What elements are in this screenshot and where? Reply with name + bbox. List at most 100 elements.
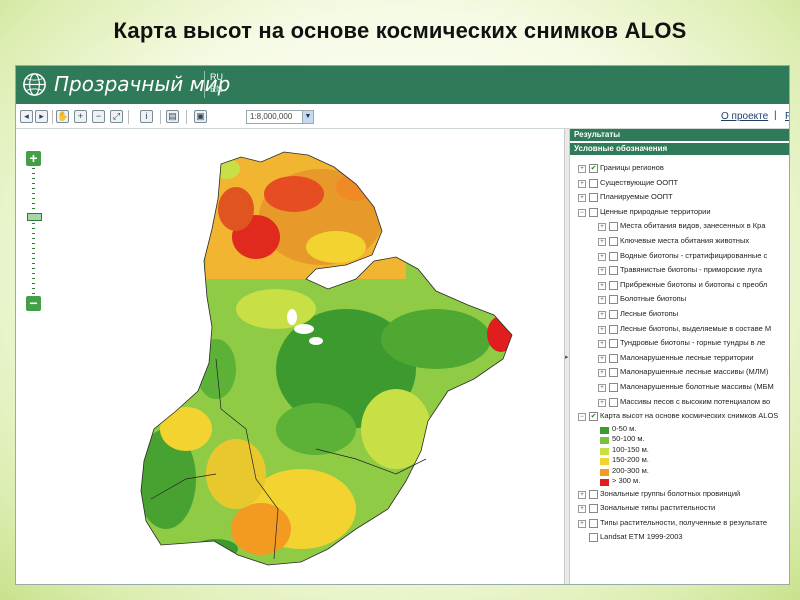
layer-checkbox[interactable]	[609, 280, 618, 290]
layer-checkbox[interactable]	[589, 207, 598, 217]
layer-label: Лесные биотопы, выделяемые в составе М	[620, 323, 772, 333]
save-icon[interactable]: ▣	[194, 110, 207, 123]
print-icon[interactable]: ▤	[166, 110, 179, 123]
layer-item[interactable]: + Зональные типы растительности	[570, 501, 789, 516]
layer-checkbox[interactable]	[589, 518, 598, 528]
collapse-arrow-icon[interactable]: ▸	[565, 353, 569, 361]
expand-toggle-icon[interactable]: +	[578, 519, 586, 528]
layer-item[interactable]: + Массивы песов с высоким потенциалом во	[570, 395, 789, 410]
zoom-in-button[interactable]: +	[26, 151, 41, 166]
layer-item[interactable]: + Прибрежные биотопы и биотопы с преобл	[570, 278, 789, 293]
layer-item[interactable]: + Типы растительности, полученные в резул…	[570, 516, 789, 531]
results-header[interactable]: Результаты	[570, 129, 789, 143]
expand-toggle-icon[interactable]: +	[598, 267, 606, 276]
expand-toggle-icon[interactable]: +	[598, 237, 606, 246]
zoom-out-button[interactable]: −	[26, 296, 41, 311]
layer-label: Ценные природные территории	[600, 206, 711, 216]
layer-item[interactable]: + ✔ Границы регионов	[570, 161, 789, 176]
color-swatch	[600, 468, 609, 476]
layer-item[interactable]: + Существующие ООПТ	[570, 176, 789, 191]
layer-checkbox[interactable]	[609, 339, 618, 349]
expand-toggle-icon[interactable]: +	[598, 398, 606, 407]
layer-checkbox[interactable]	[589, 489, 598, 499]
expand-toggle-icon[interactable]: +	[578, 179, 586, 188]
pan-icon[interactable]: ✋	[56, 110, 69, 123]
expand-toggle-icon[interactable]: +	[578, 194, 586, 203]
lang-en-link[interactable]: EN	[210, 84, 223, 94]
expand-toggle-icon[interactable]: +	[598, 354, 606, 363]
layer-checkbox[interactable]	[589, 178, 598, 188]
layer-checkbox[interactable]	[609, 295, 618, 305]
layer-item[interactable]: + Болотные биотопы	[570, 292, 789, 307]
layer-item[interactable]: + Водные биотопы - стратифицированные с	[570, 249, 789, 264]
layer-checkbox[interactable]	[589, 504, 598, 514]
layer-checkbox[interactable]	[609, 309, 618, 319]
layer-checkbox[interactable]	[609, 266, 618, 276]
layer-label: Зональные типы растительности	[600, 503, 716, 513]
layer-checkbox[interactable]	[609, 251, 618, 261]
layer-item[interactable]: + Тундровые биотопы - горные тундры в ле	[570, 336, 789, 351]
layer-item[interactable]: + Лесные биотопы	[570, 307, 789, 322]
layer-checkbox[interactable]	[609, 222, 618, 232]
layer-item[interactable]: + Травянистые биотопы - приморские луга	[570, 263, 789, 278]
expand-toggle-icon[interactable]: +	[598, 383, 606, 392]
expand-toggle-icon[interactable]: +	[598, 369, 606, 378]
layer-item[interactable]: Landsat ETM 1999-2003	[570, 530, 789, 545]
layer-item[interactable]: + Зональные группы болотных провинций	[570, 487, 789, 502]
layer-item[interactable]: + Малонарушенные болотные массивы (МБМ	[570, 380, 789, 395]
expand-toggle-icon[interactable]: +	[598, 325, 606, 334]
zoom-extent-icon[interactable]: ⤢	[110, 110, 123, 123]
expand-toggle-icon[interactable]: +	[578, 165, 586, 173]
elevation-class-label: 50-100 м.	[612, 434, 645, 444]
layer-checkbox[interactable]	[609, 236, 618, 246]
zoom-slider-track[interactable]	[32, 168, 35, 294]
expand-toggle-icon[interactable]: +	[578, 490, 586, 499]
lang-ru-link[interactable]: RU	[210, 72, 223, 82]
layer-item[interactable]: + Места обитания видов, занесенных в Кра	[570, 219, 789, 234]
layer-label: Лесные биотопы	[620, 308, 679, 318]
info-icon[interactable]: i	[140, 110, 153, 123]
divider	[160, 110, 161, 124]
layer-item[interactable]: + Лесные биотопы, выделяемые в составе М	[570, 322, 789, 337]
layer-checkbox[interactable]: ✔	[589, 164, 598, 173]
layer-checkbox[interactable]: ✔	[589, 412, 598, 422]
layer-checkbox[interactable]	[609, 353, 618, 363]
layer-label: Малонарушенные лесные территории	[620, 352, 754, 362]
layer-checkbox[interactable]	[609, 324, 618, 334]
layer-item[interactable]: + Малонарушенные лесные территории	[570, 351, 789, 366]
about-project-link[interactable]: О проекте	[721, 111, 768, 122]
layer-checkbox[interactable]	[609, 397, 618, 407]
expand-toggle-icon[interactable]: +	[598, 223, 606, 232]
expand-toggle-icon[interactable]: +	[598, 252, 606, 261]
chevron-down-icon[interactable]: ▼	[302, 111, 313, 123]
legend-header[interactable]: Условные обозначения	[570, 143, 789, 157]
layer-item[interactable]: − Ценные природные территории	[570, 205, 789, 220]
zoom-slider-handle[interactable]	[27, 213, 42, 221]
layer-item[interactable]: − ✔ Карта высот на основе космических сним…	[570, 409, 789, 424]
color-swatch	[600, 479, 609, 487]
layer-item[interactable]: + Ключевые места обитания животных	[570, 234, 789, 249]
truncated-link[interactable]: Р	[785, 111, 789, 122]
collapse-toggle-icon[interactable]: −	[578, 413, 586, 422]
map-canvas[interactable]: + −	[16, 129, 564, 585]
layer-checkbox[interactable]	[609, 368, 618, 378]
elevation-map[interactable]	[16, 129, 564, 585]
expand-toggle-icon[interactable]: +	[598, 340, 606, 349]
collapse-toggle-icon[interactable]: −	[578, 208, 586, 217]
expand-toggle-icon[interactable]: +	[578, 505, 586, 514]
expand-toggle-icon[interactable]: +	[598, 281, 606, 290]
zoom-out-icon[interactable]: −	[92, 110, 105, 123]
layer-checkbox[interactable]	[589, 533, 598, 543]
divider	[204, 71, 205, 98]
layer-checkbox[interactable]	[609, 382, 618, 392]
layer-label: Массивы песов с высоким потенциалом во	[620, 396, 771, 406]
layer-item[interactable]: + Малонарушенные лесные массивы (МЛМ)	[570, 365, 789, 380]
back-icon[interactable]: ◂	[20, 110, 33, 123]
expand-toggle-icon[interactable]: +	[598, 310, 606, 319]
forward-icon[interactable]: ▸	[35, 110, 48, 123]
expand-toggle-icon[interactable]: +	[598, 296, 606, 305]
layer-item[interactable]: + Планируемые ООПТ	[570, 190, 789, 205]
zoom-in-icon[interactable]: +	[74, 110, 87, 123]
layer-label: Болотные биотопы	[620, 294, 687, 304]
layer-checkbox[interactable]	[589, 193, 598, 203]
